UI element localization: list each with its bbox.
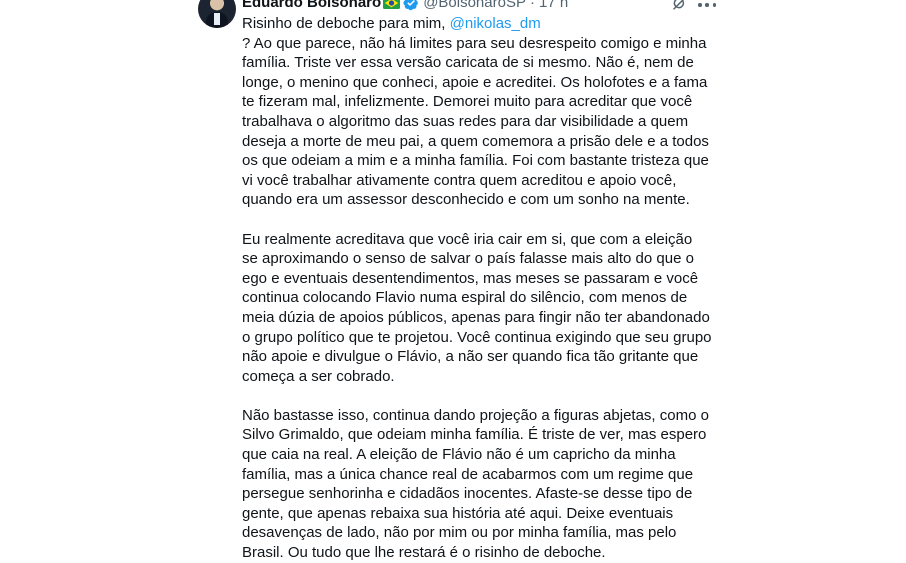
more-options-icon[interactable] [698,0,716,14]
tweet-intro-text: Risinho de deboche para mim, [242,15,450,32]
tweet-paragraph-1: Risinho de deboche para mim, @nikolas_dm [242,14,712,34]
author-handle[interactable]: @BolsonaroSP [423,0,526,13]
separator-dot: · [529,0,535,11]
tweet: Eduardo Bolsonaro @BolsonaroSP · 17 h Ri… [0,0,906,561]
tweet-paragraph-1-cont: ? Ao que parece, não há limites para seu… [242,34,709,209]
author-name[interactable]: Eduardo Bolsonaro [242,0,381,13]
tweet-body: Risinho de deboche para mim, @nikolas_dm… [242,14,712,563]
timestamp[interactable]: 17 h [539,0,568,13]
avatar[interactable] [198,0,236,28]
tweet-paragraph-2: Eu realmente acreditava que você iria ca… [242,230,712,385]
tweet-header: Eduardo Bolsonaro @BolsonaroSP · 17 h [242,0,568,13]
verified-badge-icon[interactable] [403,0,419,11]
brazil-flag-icon [383,0,401,9]
avatar-shirt [214,13,220,25]
tweet-paragraph-3: Não bastasse isso, continua dando projeç… [242,406,709,562]
grok-icon[interactable] [671,0,689,13]
mention-link[interactable]: @nikolas_dm [450,15,541,32]
